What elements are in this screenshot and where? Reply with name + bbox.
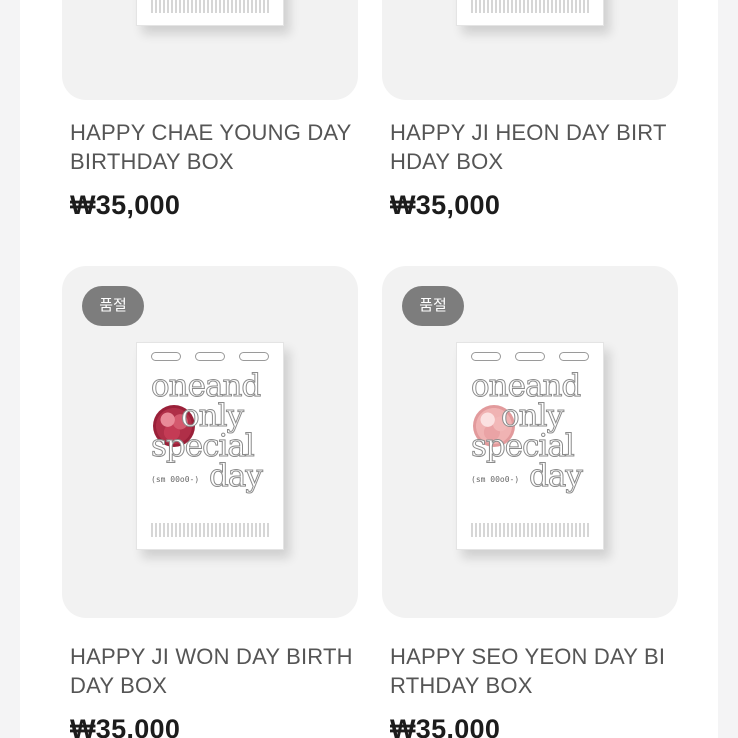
box-text-line: day — [209, 458, 264, 494]
product-box-image — [136, 0, 284, 26]
product-price: ₩35,000 — [70, 714, 181, 738]
product-card[interactable]: 품절 oneand only special day (sm 00o0-) HA… — [62, 266, 358, 738]
box-pills — [471, 352, 589, 361]
product-box-image — [456, 0, 604, 26]
product-thumbnail[interactable] — [62, 0, 358, 100]
product-title[interactable]: HAPPY SEO YEON DAY BIRTHDAY BOX — [390, 642, 680, 700]
box-pill — [515, 352, 545, 361]
product-price: ₩35,000 — [70, 190, 181, 220]
product-box-image: oneand only special day (sm 00o0-) — [456, 342, 604, 550]
box-text-line: special — [151, 428, 256, 464]
box-pill — [151, 352, 181, 361]
product-card[interactable]: HAPPY JI HEON DAY BIRTHDAY BOX ₩35,000 — [382, 0, 678, 220]
product-price: ₩35,000 — [390, 714, 501, 738]
box-fine-print — [151, 0, 269, 13]
sold-out-badge: 품절 — [402, 286, 464, 326]
box-text-line: only — [180, 398, 244, 434]
box-text-line: special — [471, 428, 576, 464]
box-text-line: oneand — [150, 368, 261, 404]
product-price: ₩35,000 — [390, 190, 501, 220]
product-thumbnail[interactable]: 품절 oneand only special day (sm 00o0-) — [382, 266, 678, 618]
box-fine-print — [471, 523, 589, 537]
box-text-line: day — [529, 458, 584, 494]
product-thumbnail[interactable]: 품절 oneand only special day (sm 00o0-) — [62, 266, 358, 618]
box-pills — [151, 352, 269, 361]
product-title[interactable]: HAPPY JI WON DAY BIRTHDAY BOX — [70, 642, 360, 700]
product-card[interactable]: 품절 oneand only special day (sm 00o0-) HA… — [382, 266, 678, 738]
product-thumbnail[interactable] — [382, 0, 678, 100]
box-pill — [239, 352, 269, 361]
box-text-line: oneand — [470, 368, 581, 404]
box-pill — [559, 352, 589, 361]
product-card[interactable]: HAPPY CHAE YOUNG DAY BIRTHDAY BOX ₩35,00… — [62, 0, 358, 220]
box-tag: (sm 00o0-) — [151, 475, 200, 484]
box-pill — [471, 352, 501, 361]
product-title[interactable]: HAPPY JI HEON DAY BIRTHDAY BOX — [390, 118, 680, 176]
box-text-line: only — [500, 398, 564, 434]
product-grid: HAPPY CHAE YOUNG DAY BIRTHDAY BOX ₩35,00… — [20, 0, 718, 738]
product-title[interactable]: HAPPY CHAE YOUNG DAY BIRTHDAY BOX — [70, 118, 360, 176]
box-fine-print — [471, 0, 589, 13]
product-box-image: oneand only special day (sm 00o0-) — [136, 342, 284, 550]
box-tag: (sm 00o0-) — [471, 475, 520, 484]
sold-out-badge: 품절 — [82, 286, 144, 326]
box-pill — [195, 352, 225, 361]
box-fine-print — [151, 523, 269, 537]
